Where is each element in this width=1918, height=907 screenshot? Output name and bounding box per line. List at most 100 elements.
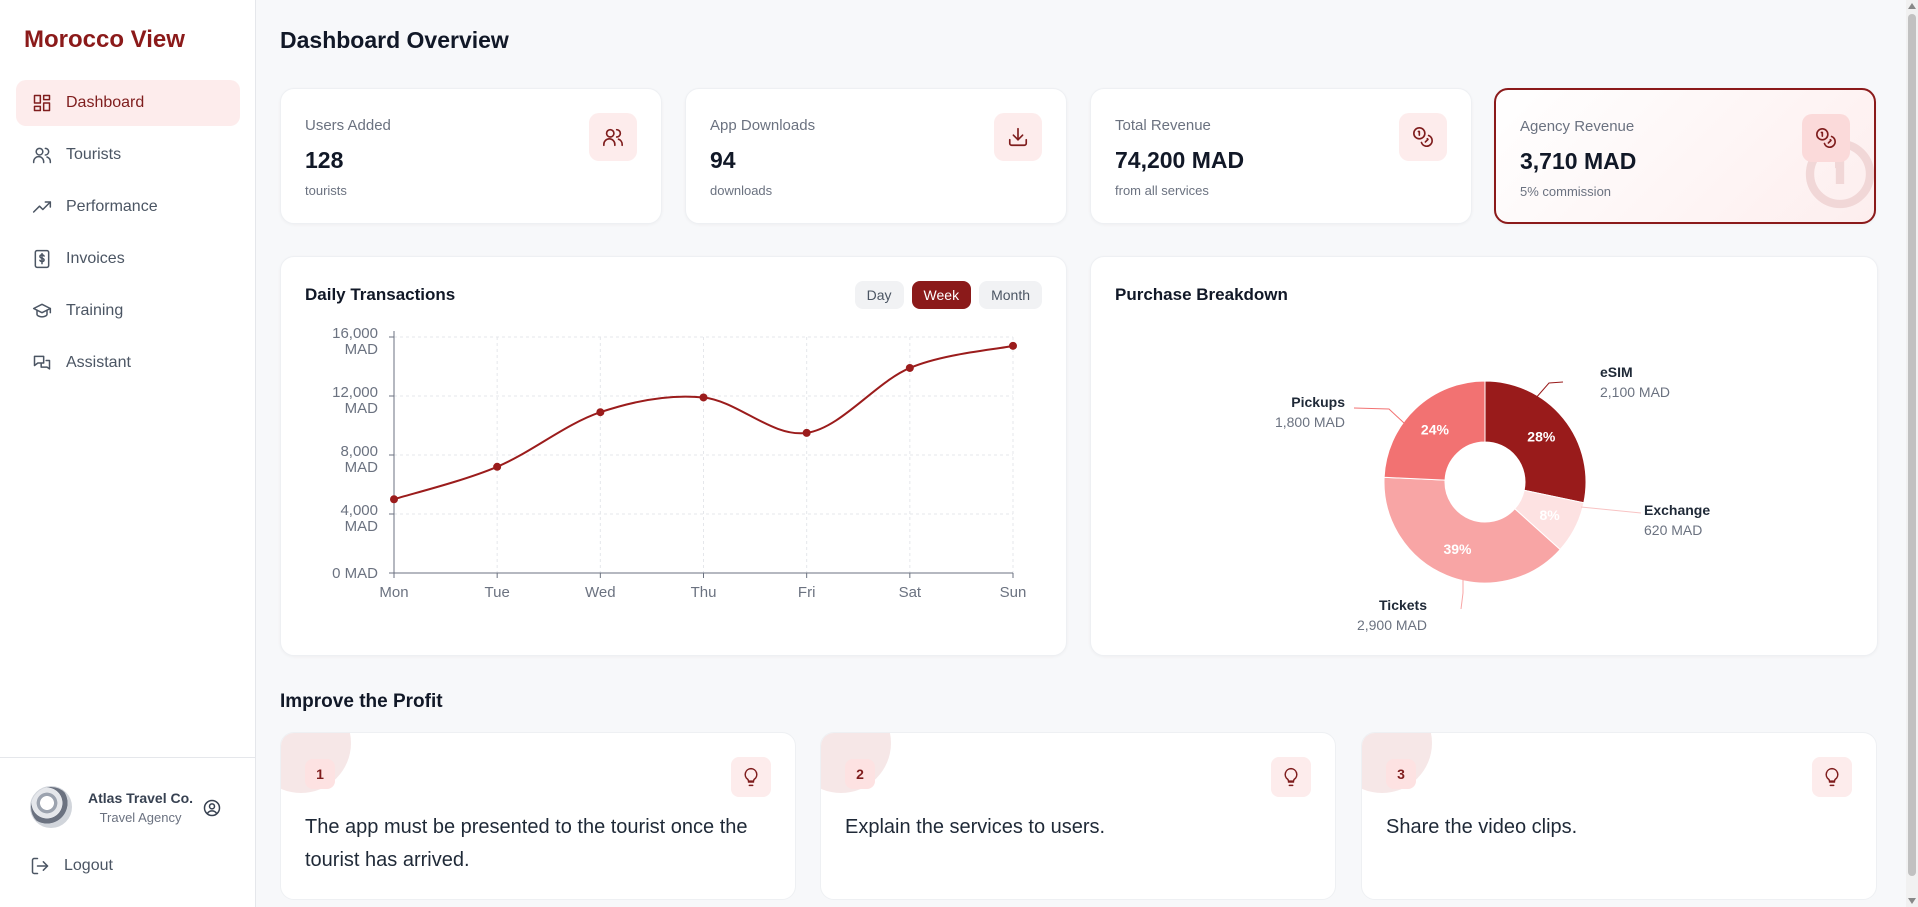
x-tick-label: Thu bbox=[691, 584, 717, 601]
stat-sub: tourists bbox=[305, 183, 347, 198]
slice-amount-label: 2,100 MAD bbox=[1600, 384, 1670, 400]
data-point bbox=[596, 408, 605, 417]
chat-icon bbox=[33, 355, 51, 370]
line-chart: 0 MAD4,000 MAD8,000 MAD12,000 MAD16,000 MADM… bbox=[332, 325, 1027, 601]
sidebar-nav: Dashboard Tourists Performance Invoices … bbox=[16, 80, 240, 392]
sidebar-item-dashboard[interactable]: Dashboard bbox=[16, 80, 240, 126]
y-tick-label-unit: MAD bbox=[345, 341, 379, 358]
stat-label: Agency Revenue bbox=[1520, 118, 1635, 135]
stat-label: App Downloads bbox=[710, 117, 816, 134]
tip-icon bbox=[1812, 757, 1852, 797]
sidebar-item-label: Performance bbox=[66, 198, 158, 215]
tip-number: 2 bbox=[845, 759, 875, 789]
x-tick-label: Mon bbox=[379, 584, 408, 601]
x-tick-label: Tue bbox=[485, 584, 510, 601]
tip-icon bbox=[1271, 757, 1311, 797]
tip-text: Share the video clips. bbox=[1386, 816, 1578, 838]
sidebar: Morocco View Dashboard Tourists Performa… bbox=[0, 0, 256, 907]
data-point bbox=[905, 363, 914, 372]
section-title: Improve the Profit bbox=[280, 691, 443, 712]
page-title: Dashboard Overview bbox=[280, 27, 509, 53]
coins-icon bbox=[1816, 128, 1836, 148]
scrollbar[interactable] bbox=[1906, 0, 1918, 907]
scroll-thumb[interactable] bbox=[1908, 14, 1916, 876]
leader-line bbox=[1460, 579, 1464, 610]
y-tick-label-unit: MAD bbox=[345, 459, 379, 476]
x-tick-label: Sun bbox=[1000, 584, 1027, 601]
stat-label: Users Added bbox=[305, 117, 391, 134]
lightbulb-icon bbox=[744, 767, 758, 787]
tip-number: 1 bbox=[305, 759, 335, 789]
users-icon bbox=[603, 128, 623, 147]
profile-text: Atlas Travel Co. Travel Agency bbox=[88, 790, 193, 825]
sidebar-item-invoices[interactable]: Invoices bbox=[16, 236, 240, 282]
scroll-down-arrow[interactable] bbox=[1908, 898, 1916, 904]
user-circle-icon[interactable] bbox=[202, 798, 222, 818]
data-point bbox=[390, 495, 398, 504]
tip-icon bbox=[731, 757, 771, 797]
stat-sub: downloads bbox=[710, 183, 773, 198]
stat-card-total-revenue: Total Revenue 74,200 MAD from all servic… bbox=[1090, 88, 1472, 224]
y-tick-label: 0 MAD bbox=[332, 565, 378, 582]
x-tick-label: Wed bbox=[585, 584, 616, 601]
sidebar-item-performance[interactable]: Performance bbox=[16, 184, 240, 230]
slice-amount-label: 1,800 MAD bbox=[1275, 414, 1345, 430]
data-point bbox=[1009, 341, 1017, 350]
stat-icon bbox=[1802, 114, 1850, 162]
purchase-breakdown-panel: Purchase Breakdown 28% eSIM 2,100 MAD 8% Exc… bbox=[1090, 256, 1878, 656]
sidebar-item-training[interactable]: Training bbox=[16, 288, 240, 334]
stat-value: 3,710 MAD bbox=[1520, 148, 1637, 174]
slice-name-label: Pickups bbox=[1291, 394, 1345, 410]
slice-amount-label: 620 MAD bbox=[1644, 522, 1702, 538]
logout-button[interactable]: Logout bbox=[30, 856, 113, 876]
profile-name: Atlas Travel Co. bbox=[88, 789, 194, 806]
profile: Atlas Travel Co. Travel Agency bbox=[30, 786, 230, 828]
stat-card-downloads: App Downloads 94 downloads bbox=[685, 88, 1067, 224]
scroll-up-arrow[interactable] bbox=[1908, 3, 1916, 9]
y-tick-label: 4,000 MAD bbox=[340, 502, 378, 535]
slice-name-label: Tickets bbox=[1379, 597, 1427, 613]
stat-value: 74,200 MAD bbox=[1115, 147, 1245, 173]
data-point bbox=[493, 462, 502, 471]
y-tick-label: 8,000 MAD bbox=[340, 443, 378, 476]
tip-card: 1 The app must be presented to the touri… bbox=[280, 732, 796, 900]
y-tick-label-value: 8,000 bbox=[340, 443, 378, 460]
users-icon bbox=[32, 147, 52, 164]
stat-icon bbox=[994, 113, 1042, 161]
y-tick-label-value: 16,000 bbox=[332, 325, 378, 342]
y-tick-label: 16,000 MAD bbox=[332, 325, 378, 358]
coins-icon bbox=[1413, 127, 1433, 147]
y-tick-label-unit: MAD bbox=[345, 400, 379, 417]
tip-card: 2 Explain the services to users. bbox=[820, 732, 1336, 900]
avatar[interactable] bbox=[30, 786, 72, 828]
slice-amount-label: 2,900 MAD bbox=[1357, 617, 1427, 633]
sidebar-item-label: Training bbox=[66, 302, 124, 319]
profile-role: Travel Agency bbox=[99, 809, 182, 825]
tip-card: 3 Share the video clips. bbox=[1361, 732, 1877, 900]
sidebar-footer: Atlas Travel Co. Travel Agency Logout bbox=[0, 757, 256, 907]
slice-percent-label: 24% bbox=[1421, 422, 1450, 438]
logout-label: Logout bbox=[64, 857, 113, 874]
brand-logo[interactable]: Morocco View bbox=[24, 26, 185, 54]
sidebar-item-label: Dashboard bbox=[66, 94, 145, 111]
lightbulb-icon bbox=[1825, 767, 1839, 787]
stat-value: 128 bbox=[305, 147, 344, 173]
y-tick-label-unit: MAD bbox=[345, 518, 379, 535]
sidebar-item-assistant[interactable]: Assistant bbox=[16, 340, 240, 386]
data-point bbox=[699, 393, 708, 402]
tip-text: The app must be presented to the tourist… bbox=[305, 816, 748, 871]
tip-number: 3 bbox=[1386, 759, 1416, 789]
trend-up-icon bbox=[32, 201, 52, 213]
sidebar-item-label: Invoices bbox=[66, 250, 125, 267]
x-tick-label: Fri bbox=[798, 584, 816, 601]
slice-percent-label: 39% bbox=[1443, 541, 1472, 557]
y-tick-label: 12,000 MAD bbox=[332, 384, 378, 417]
dashboard-icon bbox=[33, 94, 51, 112]
invoice-icon bbox=[34, 249, 50, 269]
sidebar-item-label: Tourists bbox=[66, 146, 122, 163]
stat-icon bbox=[589, 113, 637, 161]
y-tick-label-value: 4,000 bbox=[340, 502, 378, 519]
stat-card-agency-revenue: Agency Revenue 3,710 MAD 5% commission bbox=[1494, 88, 1876, 224]
slice-percent-label: 28% bbox=[1527, 428, 1556, 444]
sidebar-item-tourists[interactable]: Tourists bbox=[16, 132, 240, 178]
